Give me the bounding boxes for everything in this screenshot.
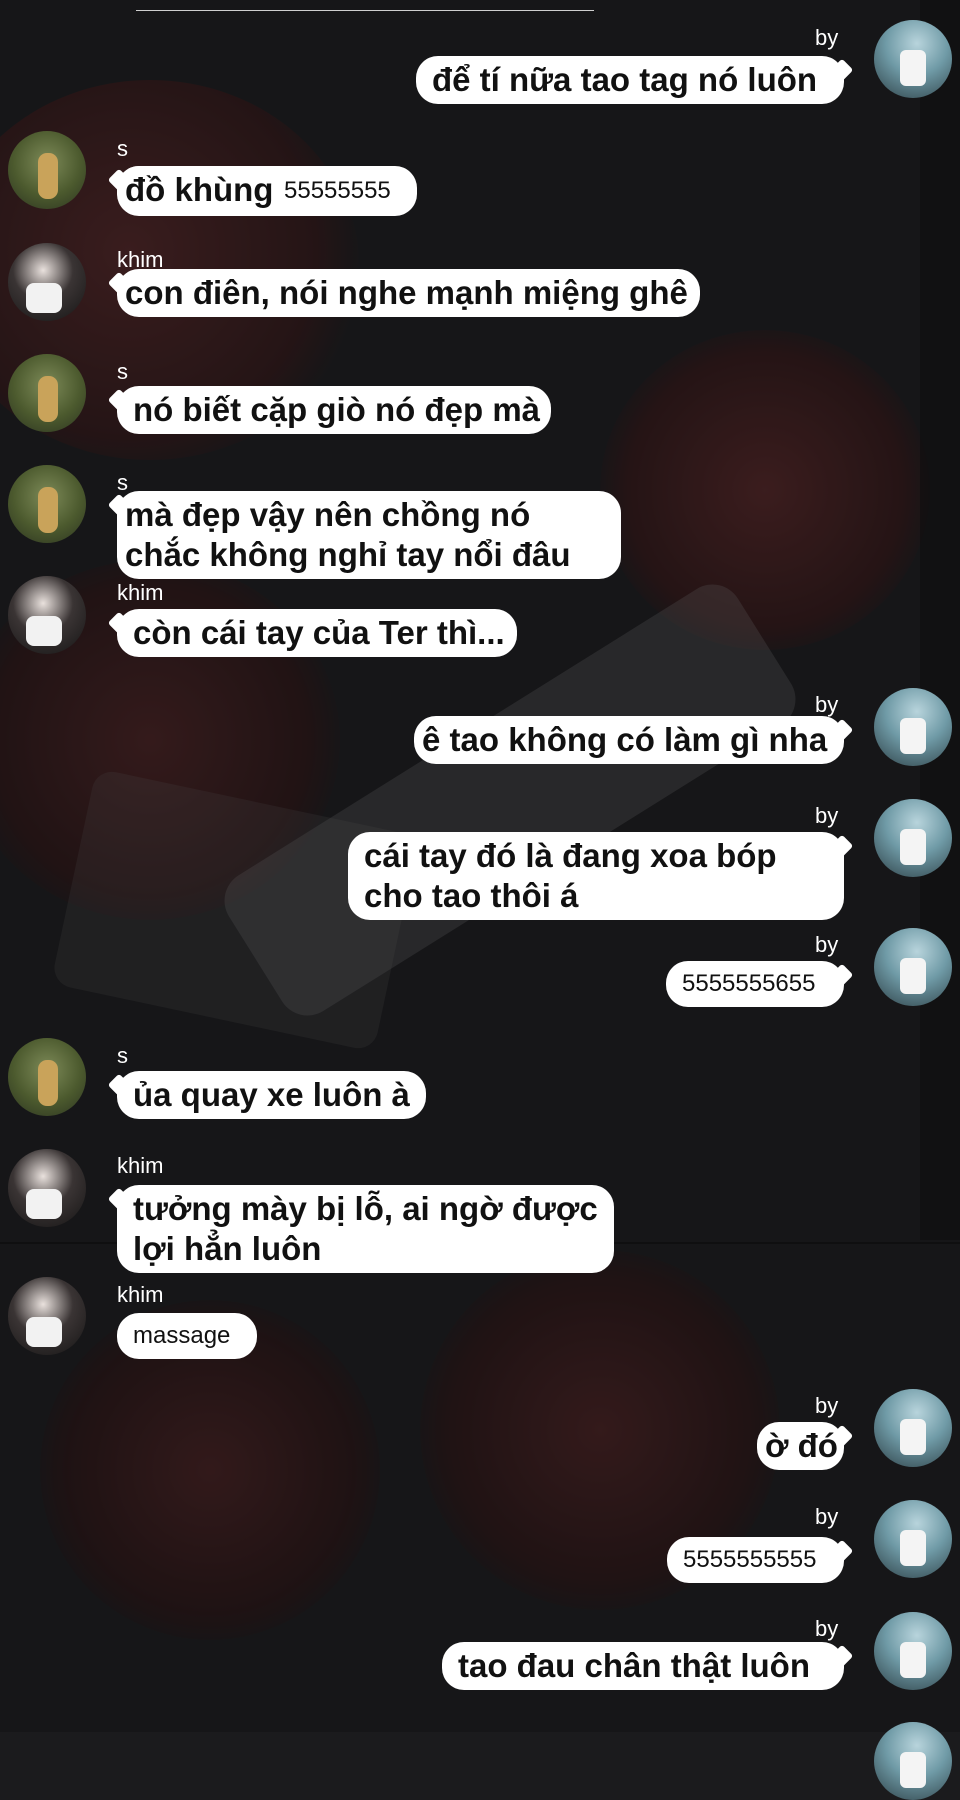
message-bubble[interactable]: còn cái tay của Ter thì...	[117, 609, 517, 657]
sender-name: by	[815, 803, 839, 828]
avatar-by[interactable]	[874, 20, 952, 98]
message-bubble[interactable]: tưởng mày bị lỗ, ai ngờ được lợi hẳn luô…	[117, 1185, 614, 1273]
message-bubble[interactable]: 5555555655	[666, 961, 844, 1007]
message-bubble[interactable]: đồ khùng	[117, 166, 283, 214]
avatar-s[interactable]	[8, 465, 86, 543]
message-bubble[interactable]: 5555555555	[667, 1537, 844, 1583]
message-bubble[interactable]: ờ đó	[757, 1422, 844, 1470]
message-bubble[interactable]: ủa quay xe luôn à	[117, 1071, 426, 1119]
avatar-khim[interactable]	[8, 1149, 86, 1227]
sender-name: by	[815, 1504, 839, 1529]
sender-name: khim	[117, 1282, 164, 1307]
message-extra-text: 55555555	[284, 177, 391, 204]
sender-name: s	[117, 1043, 128, 1068]
message-bubble[interactable]: nó biết cặp giò nó đẹp mà	[117, 386, 551, 434]
avatar-khim[interactable]	[8, 1277, 86, 1355]
avatar-s[interactable]	[8, 354, 86, 432]
message-bubble[interactable]: ê tao không có làm gì nha	[414, 716, 844, 764]
sender-name: khim	[117, 580, 164, 605]
top-line	[136, 10, 594, 11]
avatar-by[interactable]	[874, 1500, 952, 1578]
sender-name: by	[815, 692, 839, 717]
right-strip	[920, 0, 960, 1240]
sender-name: s	[117, 136, 128, 161]
message-bubble[interactable]: massage	[117, 1313, 257, 1359]
avatar-by[interactable]	[874, 1612, 952, 1690]
avatar-by[interactable]	[874, 928, 952, 1006]
avatar-khim[interactable]	[8, 243, 86, 321]
sender-name: s	[117, 359, 128, 384]
message-bubble[interactable]: mà đẹp vậy nên chồng nó chắc không nghỉ …	[117, 491, 621, 579]
avatar-s[interactable]	[8, 1038, 86, 1116]
message-bubble[interactable]: con điên, nói nghe mạnh miệng ghê	[117, 269, 700, 317]
message-bubble[interactable]: để tí nữa tao tag nó luôn	[416, 56, 844, 104]
avatar-by-partial	[874, 1722, 952, 1800]
avatar-s[interactable]	[8, 131, 86, 209]
avatar-by[interactable]	[874, 1389, 952, 1467]
sender-name: by	[815, 1616, 839, 1641]
message-bubble[interactable]: cái tay đó là đang xoa bóp cho tao thôi …	[348, 832, 844, 920]
sender-name: by	[815, 25, 839, 50]
avatar-by[interactable]	[874, 799, 952, 877]
sender-name: s	[117, 470, 128, 495]
sender-name: by	[815, 932, 839, 957]
avatar-khim[interactable]	[8, 576, 86, 654]
sender-name: by	[815, 1393, 839, 1418]
sender-name: khim	[117, 1153, 164, 1178]
avatar-by[interactable]	[874, 688, 952, 766]
message-bubble[interactable]: tao đau chân thật luôn	[442, 1642, 844, 1690]
